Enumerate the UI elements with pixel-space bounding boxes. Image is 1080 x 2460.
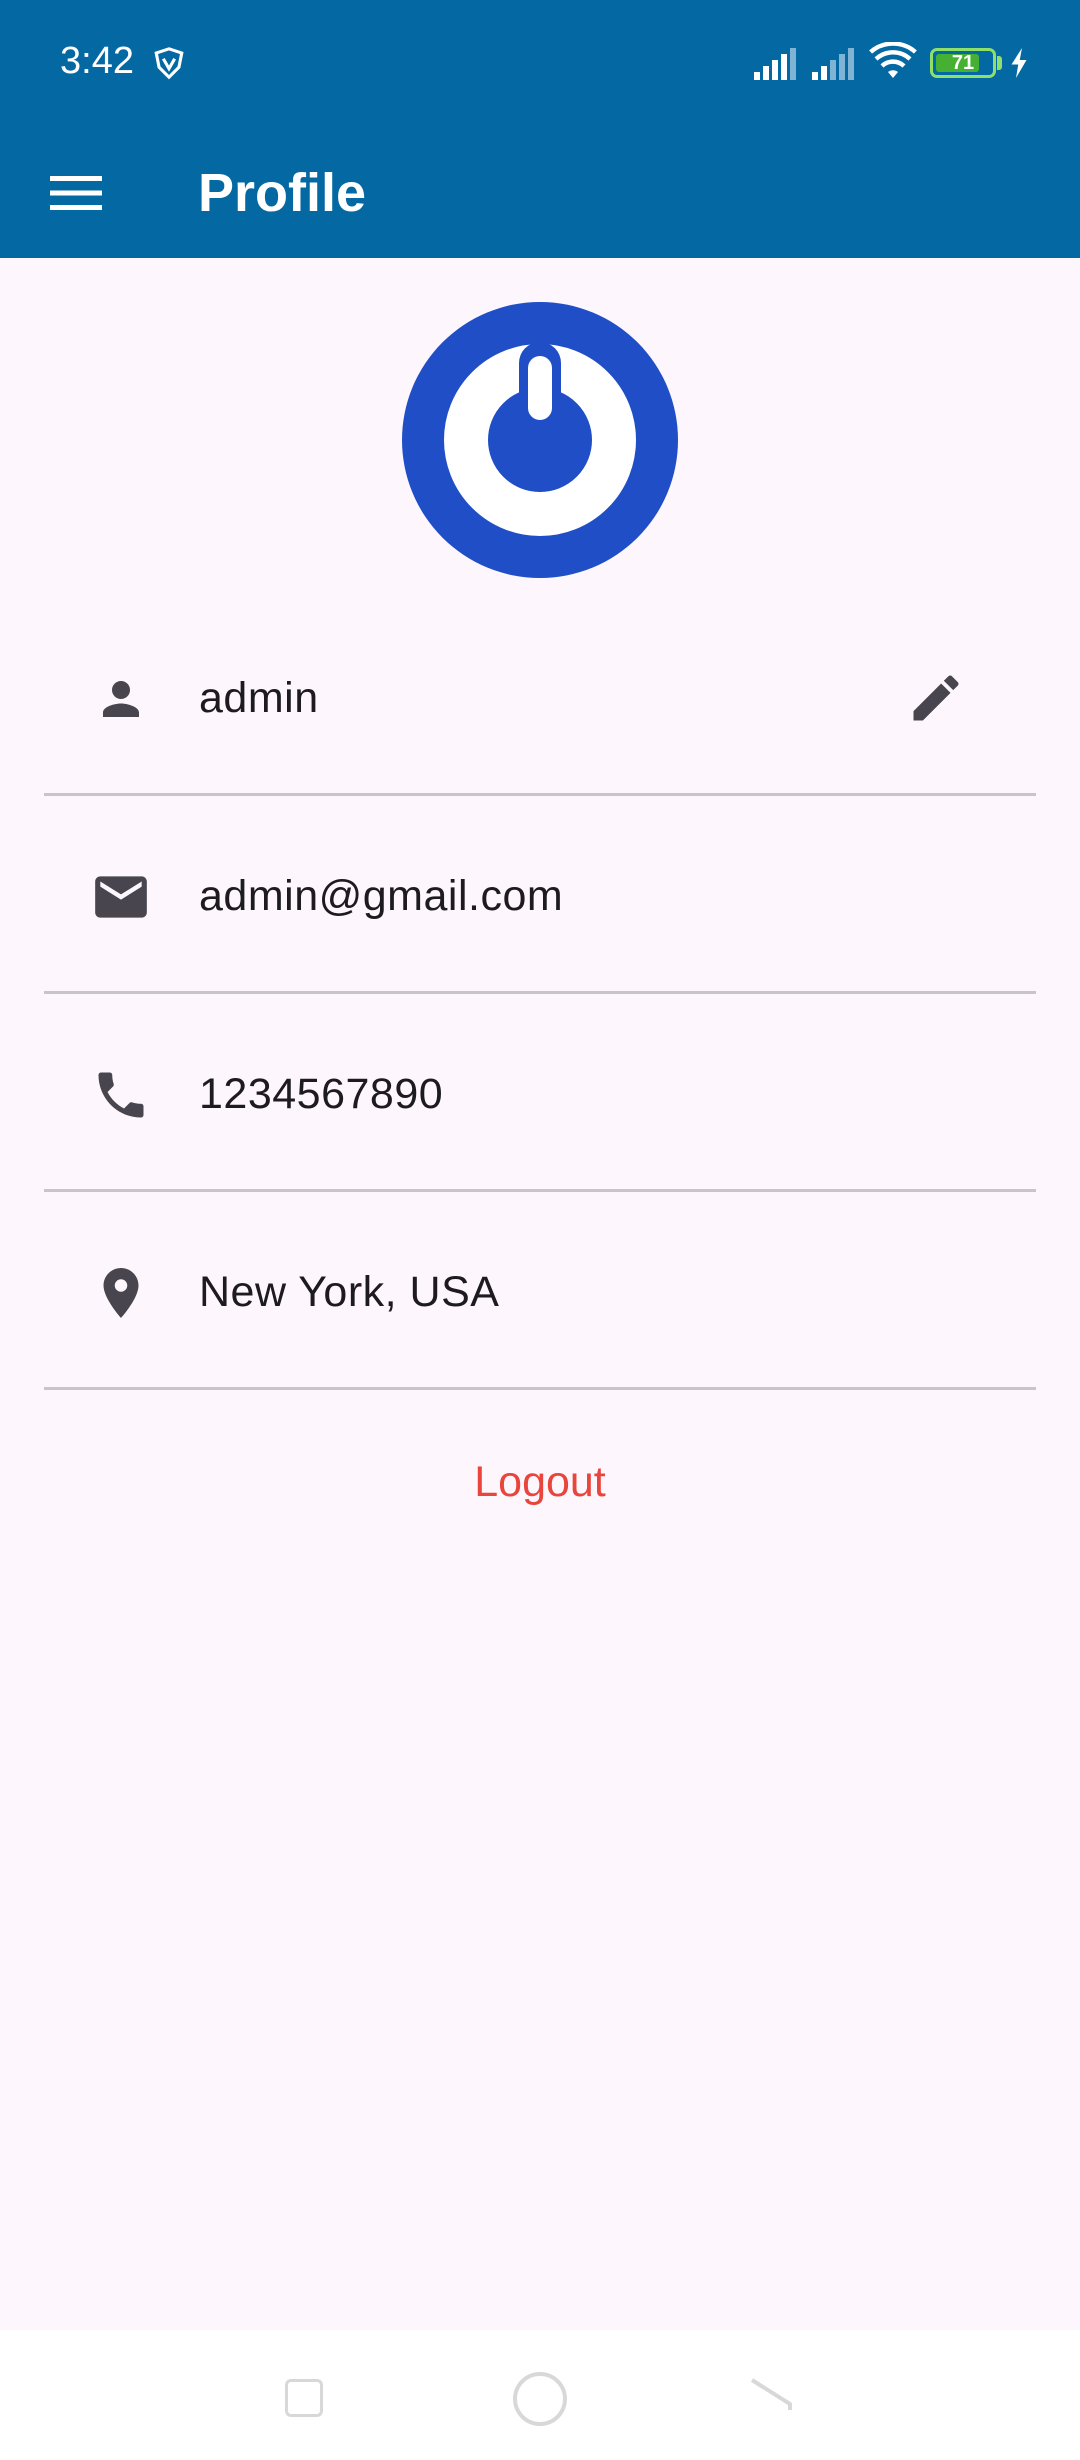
email-value: admin@gmail.com: [199, 872, 564, 920]
recent-apps-icon[interactable]: [285, 2379, 323, 2417]
hamburger-menu-icon: [50, 176, 102, 210]
phone-row: 1234567890: [44, 996, 1036, 1192]
location-pin-icon: [90, 1262, 152, 1324]
charging-bolt-icon: [1011, 48, 1027, 78]
battery-icon: 71: [930, 48, 996, 78]
wifi-icon: [869, 42, 917, 78]
vpn-shield-icon: [154, 47, 184, 80]
app-bar: Profile: [0, 128, 1080, 258]
logout-button[interactable]: Logout: [420, 1442, 660, 1522]
edit-button[interactable]: [896, 658, 976, 738]
pencil-icon: [913, 675, 959, 721]
phone-icon: [90, 1064, 152, 1126]
page-title: Profile: [198, 163, 367, 223]
status-bar: 3:42 71: [0, 0, 1080, 128]
signal-icon: [754, 48, 796, 80]
signal-icon: [812, 48, 854, 80]
menu-button[interactable]: [40, 161, 112, 225]
home-icon[interactable]: [513, 2372, 567, 2426]
phone-value: 1234567890: [199, 1070, 444, 1118]
battery-level: 71: [951, 52, 975, 74]
power-logo-icon: [444, 342, 636, 536]
battery-nub: [997, 56, 1002, 70]
email-icon: [90, 866, 152, 928]
status-time: 3:42: [60, 40, 134, 82]
email-row: admin@gmail.com: [44, 798, 1036, 994]
username-value: admin: [199, 674, 319, 722]
back-icon[interactable]: [748, 2374, 794, 2420]
location-row: New York, USA: [44, 1194, 1036, 1390]
username-row: admin: [44, 600, 1036, 796]
person-icon: [90, 668, 152, 730]
location-value: New York, USA: [199, 1268, 500, 1316]
avatar: [402, 302, 678, 578]
